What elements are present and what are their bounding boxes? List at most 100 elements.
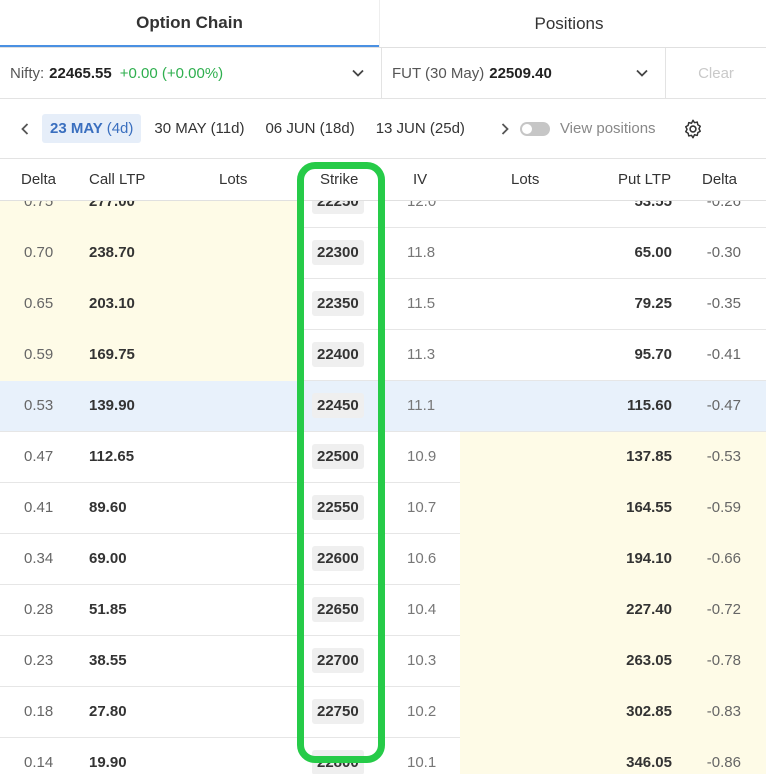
chevron-down-icon xyxy=(352,69,364,77)
call-ltp-cell[interactable]: 277.00 xyxy=(89,201,135,210)
chevron-right-icon[interactable] xyxy=(498,122,512,136)
expiry-30-may[interactable]: 30 MAY (11d) xyxy=(146,114,252,143)
iv-cell: 10.9 xyxy=(407,448,437,465)
table-row[interactable]: 0.47 112.65 22500 10.9 137.85 -0.53 xyxy=(0,432,766,483)
tab-spacer xyxy=(758,0,766,47)
iv-cell: 10.1 xyxy=(407,754,437,771)
spot-change: +0.00 (+0.00%) xyxy=(119,64,224,82)
strike-cell: 22500 xyxy=(312,444,364,469)
table-row[interactable]: 0.65 203.10 22350 11.5 79.25 -0.35 xyxy=(0,279,766,330)
table-row[interactable]: 0.59 169.75 22400 11.3 95.70 -0.41 xyxy=(0,330,766,381)
put-ltp-cell[interactable]: 65.00 xyxy=(634,244,672,261)
put-delta-cell: -0.41 xyxy=(706,346,741,363)
spot-label: Nifty: xyxy=(10,64,45,82)
instrument-selector-row: Nifty: 22465.55 +0.00 (+0.00%) FUT (30 M… xyxy=(0,48,766,99)
call-ltp-cell[interactable]: 238.70 xyxy=(89,244,135,261)
call-delta-cell: 0.18 xyxy=(24,703,54,720)
strike-cell: 22750 xyxy=(312,699,364,724)
tab-positions[interactable]: Positions xyxy=(379,0,758,47)
call-ltp-cell[interactable]: 69.00 xyxy=(89,550,127,567)
spot-selector[interactable]: Nifty: 22465.55 +0.00 (+0.00%) xyxy=(0,48,382,98)
iv-cell: 12.0 xyxy=(407,201,437,210)
chevron-down-icon xyxy=(636,69,648,77)
expiry-bar: 23 MAY (4d) 30 MAY (11d) 06 JUN (18d) 13… xyxy=(0,99,766,159)
call-ltp-cell[interactable]: 112.65 xyxy=(89,448,134,465)
call-ltp-cell[interactable]: 169.75 xyxy=(89,346,135,363)
call-delta-cell: 0.70 xyxy=(24,244,54,261)
table-row[interactable]: 0.41 89.60 22550 10.7 164.55 -0.59 xyxy=(0,483,766,534)
iv-cell: 10.2 xyxy=(407,703,437,720)
expiry-date: 13 JUN xyxy=(375,120,426,137)
call-delta-cell: 0.65 xyxy=(24,295,54,312)
call-ltp-cell[interactable]: 51.85 xyxy=(89,601,127,618)
clear-button[interactable]: Clear xyxy=(666,48,766,98)
fut-label: FUT (30 May) xyxy=(392,64,485,82)
futures-selector[interactable]: FUT (30 May) 22509.40 xyxy=(382,48,666,98)
option-chain-table[interactable]: 0.75 277.00 22250 12.0 53.55 -0.26 0.70 238.70 2… xyxy=(0,201,766,774)
put-delta-cell: -0.35 xyxy=(706,295,741,312)
put-delta-cell: -0.26 xyxy=(706,201,741,210)
table-row[interactable]: 0.34 69.00 22600 10.6 194.10 -0.66 xyxy=(0,534,766,585)
table-row[interactable]: 0.14 19.90 22800 10.1 346.05 -0.86 xyxy=(0,738,766,774)
put-delta-cell: -0.72 xyxy=(706,601,741,618)
header-call-lots: Lots xyxy=(219,171,248,188)
put-ltp-cell[interactable]: 302.85 xyxy=(626,703,672,720)
call-ltp-cell[interactable]: 38.55 xyxy=(89,652,127,669)
put-delta-cell: -0.53 xyxy=(706,448,741,465)
call-ltp-cell[interactable]: 89.60 xyxy=(89,499,127,516)
fut-value: 22509.40 xyxy=(489,64,552,82)
iv-cell: 10.6 xyxy=(407,550,437,567)
header-put-delta: Delta xyxy=(702,171,738,188)
table-row[interactable]: 0.23 38.55 22700 10.3 263.05 -0.78 xyxy=(0,636,766,687)
chevron-left-icon[interactable] xyxy=(18,122,32,136)
table-row[interactable]: 0.18 27.80 22750 10.2 302.85 -0.83 xyxy=(0,687,766,738)
view-positions-label: View positions xyxy=(559,120,656,137)
put-ltp-cell[interactable]: 53.55 xyxy=(634,201,672,210)
put-ltp-cell[interactable]: 79.25 xyxy=(634,295,672,312)
iv-cell: 10.4 xyxy=(407,601,437,618)
strike-cell: 22700 xyxy=(312,648,364,673)
call-delta-cell: 0.14 xyxy=(24,754,54,771)
call-ltp-cell[interactable]: 139.90 xyxy=(89,397,135,414)
strike-cell: 22250 xyxy=(312,201,364,214)
table-row[interactable]: 0.75 277.00 22250 12.0 53.55 -0.26 xyxy=(0,201,766,228)
header-strike: Strike xyxy=(320,171,359,188)
call-delta-cell: 0.41 xyxy=(24,499,54,516)
table-row[interactable]: 0.70 238.70 22300 11.8 65.00 -0.30 xyxy=(0,228,766,279)
header-put-lots: Lots xyxy=(511,171,540,188)
view-positions-toggle[interactable] xyxy=(519,121,550,136)
strike-cell: 22400 xyxy=(312,342,364,367)
table-row[interactable]: 0.53 139.90 22450 11.1 115.60 -0.47 xyxy=(0,381,766,432)
expiry-23-may[interactable]: 23 MAY (4d) xyxy=(42,114,142,143)
put-ltp-cell[interactable]: 115.60 xyxy=(627,397,672,414)
call-ltp-cell[interactable]: 27.80 xyxy=(89,703,127,720)
tab-option-chain[interactable]: Option Chain xyxy=(0,0,379,47)
call-delta-cell: 0.23 xyxy=(24,652,54,669)
put-delta-cell: -0.47 xyxy=(706,397,741,414)
expiry-06-jun[interactable]: 06 JUN (18d) xyxy=(257,114,362,143)
put-ltp-cell[interactable]: 227.40 xyxy=(626,601,672,618)
header-put-ltp: Put LTP xyxy=(618,171,672,188)
strike-cell: 22650 xyxy=(312,597,364,622)
table-row[interactable]: 0.28 51.85 22650 10.4 227.40 -0.72 xyxy=(0,585,766,636)
call-ltp-cell[interactable]: 19.90 xyxy=(89,754,127,771)
iv-cell: 10.3 xyxy=(407,652,437,669)
put-ltp-cell[interactable]: 164.55 xyxy=(626,499,672,516)
call-delta-cell: 0.53 xyxy=(24,397,54,414)
put-delta-cell: -0.86 xyxy=(706,754,741,771)
expiry-13-jun[interactable]: 13 JUN (25d) xyxy=(368,114,473,143)
put-ltp-cell[interactable]: 194.10 xyxy=(626,550,672,567)
put-ltp-cell[interactable]: 137.85 xyxy=(626,448,672,465)
put-ltp-cell[interactable]: 95.70 xyxy=(634,346,672,363)
put-ltp-cell[interactable]: 263.05 xyxy=(626,652,672,669)
expiry-days: (18d) xyxy=(319,120,355,137)
gear-icon[interactable] xyxy=(682,118,704,140)
header-call-ltp: Call LTP xyxy=(89,171,146,188)
call-ltp-cell[interactable]: 203.10 xyxy=(89,295,135,312)
put-ltp-cell[interactable]: 346.05 xyxy=(626,754,672,771)
put-delta-cell: -0.30 xyxy=(706,244,741,261)
expiry-days: (4d) xyxy=(106,120,134,137)
expiry-days: (25d) xyxy=(429,120,465,137)
iv-cell: 11.5 xyxy=(407,295,436,312)
put-delta-cell: -0.83 xyxy=(706,703,741,720)
